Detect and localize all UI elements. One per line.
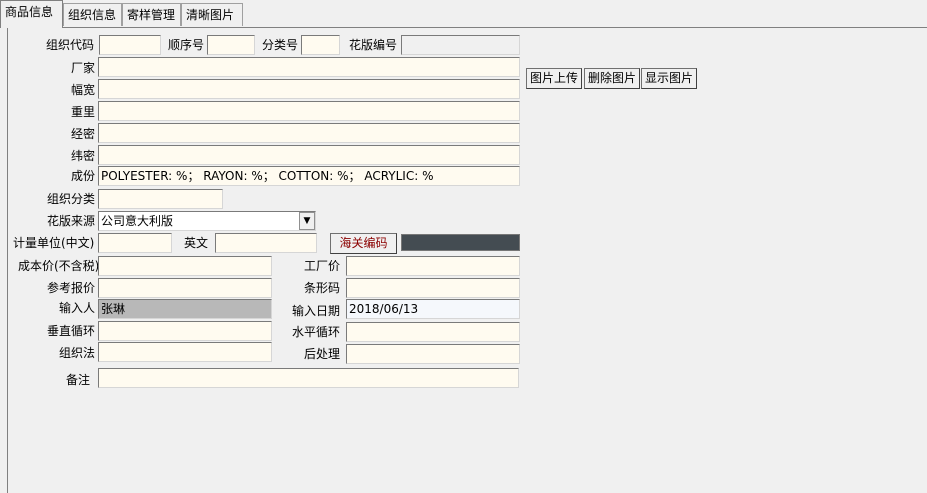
factory-price-input[interactable] [346, 256, 520, 276]
width-label: 幅宽 [70, 83, 95, 97]
width-input[interactable] [98, 79, 520, 99]
tab-org-info[interactable]: 组织信息 [63, 3, 122, 26]
composition-input[interactable]: POLYESTER: %； RAYON: %； COTTON: %； ACRYL… [98, 166, 520, 186]
tab-sample-mgmt[interactable]: 寄样管理 [122, 3, 181, 26]
barcode-input[interactable] [346, 278, 520, 298]
horizontal-repeat-label: 水平循环 [291, 325, 340, 339]
pattern-no-label: 花版编号 [349, 38, 398, 52]
delete-image-button[interactable]: 删除图片 [584, 68, 640, 89]
input-date-input[interactable]: 2018/06/13 [346, 299, 520, 319]
unit-cn-input[interactable] [98, 233, 172, 253]
upload-image-button[interactable]: 图片上传 [526, 68, 582, 89]
tab-clear-images[interactable]: 清晰图片 [181, 3, 243, 26]
barcode-label: 条形码 [303, 281, 340, 295]
tab-product-info[interactable]: 商品信息 [0, 0, 63, 28]
weft-density-label: 纬密 [70, 149, 95, 163]
post-process-label: 后处理 [303, 347, 340, 361]
warp-density-input[interactable] [98, 123, 520, 143]
class-no-label: 分类号 [262, 38, 299, 52]
unit-en-input[interactable] [215, 233, 317, 253]
unit-en-label: 英文 [184, 236, 209, 250]
cost-price-input[interactable] [98, 256, 272, 276]
weight-input[interactable] [98, 101, 520, 121]
seq-no-input[interactable] [207, 35, 255, 55]
weight-label: 重里 [70, 105, 95, 119]
ref-price-input[interactable] [98, 278, 272, 298]
weave-label: 组织法 [58, 346, 95, 360]
org-code-label: 组织代码 [46, 38, 95, 52]
cost-price-label: 成本价(不含税) [18, 259, 100, 273]
vertical-repeat-input[interactable] [98, 321, 272, 341]
remark-label: 备注 [65, 373, 90, 387]
post-process-input[interactable] [346, 344, 520, 364]
vertical-repeat-label: 垂直循环 [46, 324, 95, 338]
unit-cn-label: 计量单位(中文) [13, 236, 95, 250]
customs-code-display [401, 234, 520, 251]
weft-density-input[interactable] [98, 145, 520, 165]
factory-price-label: 工厂价 [303, 259, 340, 273]
composition-label: 成份 [70, 169, 95, 183]
pattern-source-value: 公司意大利版 [101, 214, 174, 228]
seq-no-label: 顺序号 [168, 38, 205, 52]
input-person-input[interactable]: 张琳 [98, 299, 272, 319]
customs-code-button[interactable]: 海关编码 [330, 233, 397, 254]
ref-price-label: 参考报价 [46, 281, 95, 295]
org-category-label: 组织分类 [46, 192, 95, 206]
manufacturer-input[interactable] [98, 57, 520, 77]
pattern-source-label: 花版来源 [46, 214, 95, 228]
pattern-source-select[interactable]: 公司意大利版 ▼ [98, 211, 316, 231]
chevron-down-icon[interactable]: ▼ [299, 212, 315, 230]
org-category-input[interactable] [98, 189, 223, 209]
remark-input[interactable] [98, 368, 519, 388]
org-code-input[interactable] [99, 35, 161, 55]
horizontal-repeat-input[interactable] [346, 322, 520, 342]
weave-input[interactable] [98, 342, 272, 362]
pattern-no-input[interactable] [401, 35, 520, 55]
class-no-input[interactable] [301, 35, 340, 55]
warp-density-label: 经密 [70, 127, 95, 141]
input-date-label: 输入日期 [291, 304, 340, 318]
show-image-button[interactable]: 显示图片 [641, 68, 697, 89]
manufacturer-label: 厂家 [70, 61, 95, 75]
input-person-label: 输入人 [58, 301, 95, 315]
tab-strip: 商品信息 组织信息 寄样管理 清晰图片 [0, 0, 927, 28]
